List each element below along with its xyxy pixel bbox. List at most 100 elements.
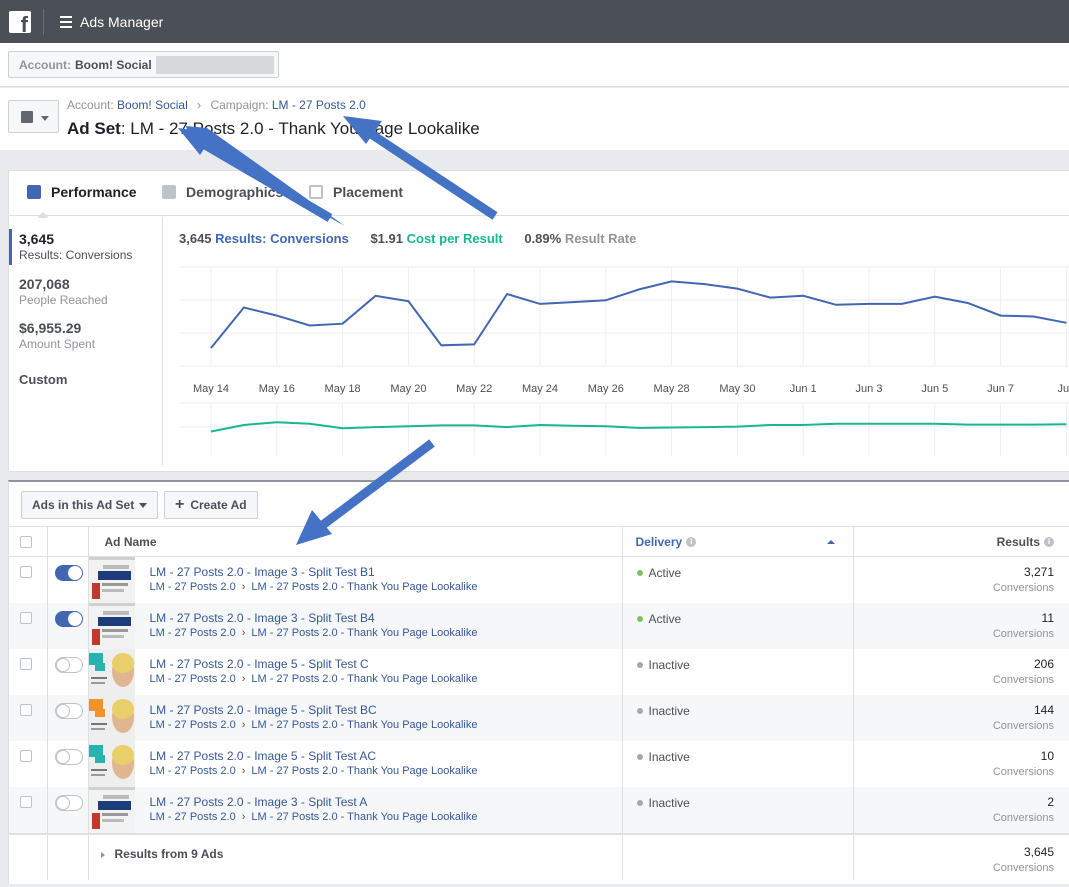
hamburger-menu-icon[interactable] — [60, 15, 72, 28]
column-results[interactable]: Results i — [853, 526, 1069, 557]
toggle-knob — [55, 750, 70, 764]
ad-adset-link[interactable]: LM - 27 Posts 2.0 - Thank You Page Looka… — [251, 719, 477, 731]
ad-adset-link[interactable]: LM - 27 Posts 2.0 - Thank You Page Looka… — [251, 765, 477, 777]
ad-name-link[interactable]: LM - 27 Posts 2.0 - Image 3 - Split Test… — [150, 565, 375, 579]
ad-campaign-link[interactable]: LM - 27 Posts 2.0 — [150, 719, 236, 731]
performance-chart[interactable]: May 14 May 16 May 18 May 20 May 22 May 24 May … — [9, 171, 1069, 473]
crumb-campaign-key: Campaign: — [210, 98, 269, 112]
ad-adset-link[interactable]: LM - 27 Posts 2.0 - Thank You Page Looka… — [251, 581, 477, 593]
delivery-cell: Inactive — [622, 741, 854, 787]
ad-name-cell: LM - 27 Posts 2.0 - Image 5 - Split Test… — [88, 741, 623, 787]
ad-name-link[interactable]: LM - 27 Posts 2.0 - Image 5 - Split Test… — [150, 703, 377, 717]
account-name: Boom! Social — [75, 57, 152, 72]
ad-status-toggle[interactable] — [54, 749, 83, 765]
column-results-label: Results — [996, 534, 1040, 549]
ad-status-toggle[interactable] — [54, 703, 83, 719]
row-checkbox[interactable] — [20, 704, 32, 716]
ad-thumbnail[interactable] — [88, 649, 135, 695]
divider — [43, 8, 44, 35]
caret-right-icon — [100, 851, 105, 858]
results-series-line[interactable] — [210, 280, 1067, 349]
ad-path: LM - 27 Posts 2.0 › LM - 27 Posts 2.0 - Th… — [150, 765, 478, 777]
app-title[interactable]: Ads Manager — [80, 14, 163, 30]
ad-name-link[interactable]: LM - 27 Posts 2.0 - Image 5 - Split Test… — [150, 657, 369, 671]
select-all-cell — [9, 526, 48, 557]
footer-summary-toggle[interactable]: Results from 9 Ads — [89, 835, 622, 861]
ad-campaign-link[interactable]: LM - 27 Posts 2.0 — [150, 765, 236, 777]
select-all-checkbox[interactable] — [20, 535, 32, 548]
adset-key: Ad Set — [67, 119, 121, 138]
chevron-down-icon — [139, 502, 148, 508]
chevron-right-icon: › — [241, 581, 246, 593]
ad-adset-link[interactable]: LM - 27 Posts 2.0 - Thank You Page Looka… — [251, 673, 477, 685]
view-switcher-button[interactable] — [8, 100, 59, 133]
row-checkbox-cell — [9, 603, 48, 649]
results-cell: 144 Conversions — [853, 695, 1069, 741]
row-toggle-cell — [47, 787, 89, 834]
ad-name-cell: LM - 27 Posts 2.0 - Image 5 - Split Test… — [88, 695, 623, 741]
table-row[interactable]: LM - 27 Posts 2.0 - Image 5 - Split Test… — [9, 695, 1069, 741]
status-dot-icon — [636, 799, 643, 806]
ads-filter-dropdown[interactable]: Ads in this Ad Set — [21, 491, 159, 519]
ad-adset-link[interactable]: LM - 27 Posts 2.0 - Thank You Page Looka… — [251, 627, 477, 639]
x-tick-label: Jun 7 — [987, 383, 1014, 395]
ad-campaign-link[interactable]: LM - 27 Posts 2.0 — [150, 673, 236, 685]
breadcrumb: Account: Boom! Social › Campaign: LM - 2… — [67, 98, 366, 112]
info-icon[interactable]: i — [1044, 537, 1054, 548]
row-checkbox[interactable] — [20, 796, 32, 808]
table-row[interactable]: LM - 27 Posts 2.0 - Image 5 - Split Test… — [9, 741, 1069, 787]
results-unit: Conversions — [992, 674, 1054, 686]
ad-thumbnail[interactable] — [88, 787, 135, 833]
ad-thumbnail[interactable] — [88, 557, 135, 603]
create-ad-button[interactable]: + Create Ad — [164, 491, 258, 519]
ad-name-link[interactable]: LM - 27 Posts 2.0 - Image 3 - Split Test… — [150, 611, 375, 625]
row-toggle-cell — [47, 695, 89, 741]
results-unit: Conversions — [992, 766, 1054, 778]
ad-path: LM - 27 Posts 2.0 › LM - 27 Posts 2.0 - Th… — [150, 581, 478, 593]
results-cell: 10 Conversions — [853, 741, 1069, 787]
table-row[interactable]: LM - 27 Posts 2.0 - Image 3 - Split Test… — [9, 787, 1069, 834]
ad-path: LM - 27 Posts 2.0 › LM - 27 Posts 2.0 - Th… — [150, 673, 478, 685]
crumb-account-link[interactable]: Boom! Social — [117, 98, 188, 112]
row-checkbox[interactable] — [20, 612, 32, 624]
adset-header: Account: Boom! Social › Campaign: LM - 2… — [0, 88, 1069, 150]
ad-campaign-link[interactable]: LM - 27 Posts 2.0 — [150, 811, 236, 823]
crumb-campaign-link[interactable]: LM - 27 Posts 2.0 — [272, 98, 366, 112]
ad-status-toggle[interactable] — [54, 795, 83, 811]
account-selector[interactable]: Account: Boom! Social — [8, 51, 279, 78]
ad-name-cell: LM - 27 Posts 2.0 - Image 3 - Split Test… — [88, 787, 623, 834]
x-tick-label: May 14 — [193, 383, 229, 395]
page-title: Ad Set: LM - 27 Posts 2.0 - Thank You Pa… — [67, 119, 480, 139]
facebook-logo-icon[interactable]: f — [9, 10, 31, 35]
ad-status-toggle[interactable] — [54, 565, 83, 581]
info-icon[interactable]: i — [686, 537, 697, 548]
ad-status-toggle[interactable] — [54, 657, 83, 673]
row-toggle-cell — [47, 741, 89, 787]
ad-adset-link[interactable]: LM - 27 Posts 2.0 - Thank You Page Looka… — [251, 811, 477, 823]
x-tick-label: May 26 — [588, 383, 624, 395]
chevron-right-icon: › — [197, 98, 202, 112]
row-checkbox[interactable] — [20, 750, 32, 762]
ad-campaign-link[interactable]: LM - 27 Posts 2.0 — [150, 627, 236, 639]
x-tick-label: Jun 1 — [790, 383, 817, 395]
x-tick-label: Jun — [1058, 383, 1069, 395]
ad-name-link[interactable]: LM - 27 Posts 2.0 - Image 5 - Split Test… — [150, 749, 377, 763]
status-dot-icon — [636, 569, 643, 576]
ad-thumbnail[interactable] — [88, 603, 135, 649]
ad-status-toggle[interactable] — [54, 611, 83, 627]
ad-name-cell: LM - 27 Posts 2.0 - Image 5 - Split Test… — [88, 649, 623, 695]
table-row[interactable]: LM - 27 Posts 2.0 - Image 3 - Split Test… — [9, 556, 1069, 603]
table-row[interactable]: LM - 27 Posts 2.0 - Image 5 - Split Test… — [9, 649, 1069, 695]
column-ad-name[interactable]: Ad Name — [88, 526, 623, 557]
ad-thumbnail[interactable] — [88, 741, 135, 787]
footer-label: Results from 9 Ads — [114, 847, 224, 861]
column-delivery[interactable]: Delivery i — [622, 526, 854, 557]
footer-empty-cell — [9, 833, 48, 880]
ad-thumbnail[interactable] — [88, 695, 135, 741]
row-checkbox[interactable] — [20, 566, 32, 578]
ad-campaign-link[interactable]: LM - 27 Posts 2.0 — [150, 581, 236, 593]
ad-name-link[interactable]: LM - 27 Posts 2.0 - Image 3 - Split Test… — [150, 795, 368, 809]
table-row[interactable]: LM - 27 Posts 2.0 - Image 3 - Split Test… — [9, 603, 1069, 649]
row-checkbox[interactable] — [20, 658, 32, 670]
footer-results-value: 3,645 — [1023, 845, 1054, 859]
